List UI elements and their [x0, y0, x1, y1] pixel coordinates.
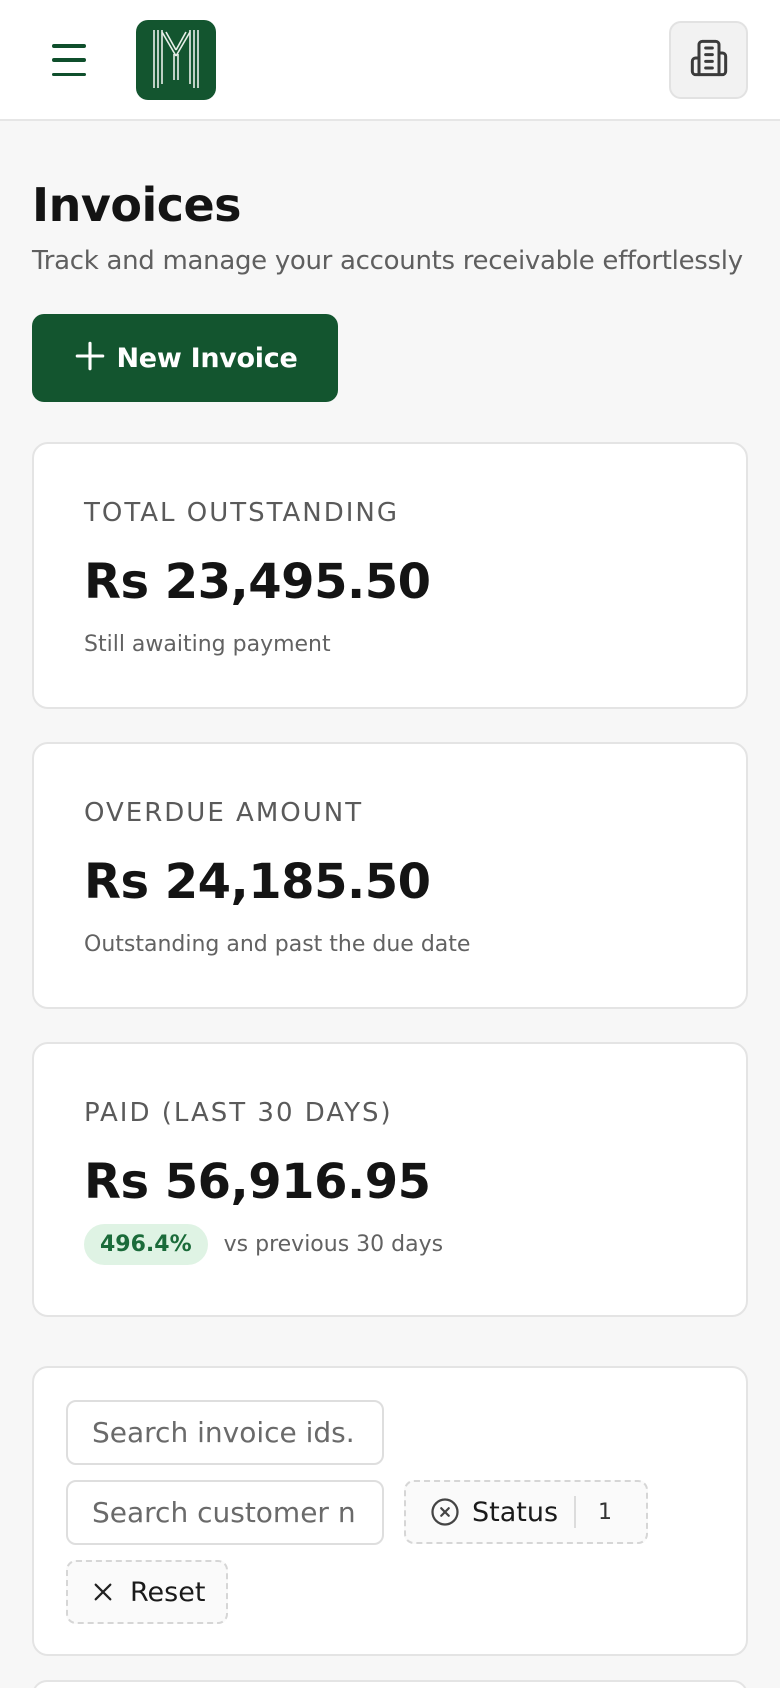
new-invoice-label: New Invoice: [116, 342, 298, 374]
customer-search-input[interactable]: [66, 1480, 384, 1545]
top-header: [0, 0, 780, 121]
status-filter-label: Status: [472, 1496, 559, 1528]
stat-label: PAID (LAST 30 DAYS): [84, 1098, 393, 1128]
close-icon: [92, 1581, 114, 1603]
page-subtitle: Track and manage your accounts receivabl…: [32, 246, 743, 276]
divider: [574, 1496, 577, 1528]
page-title: Invoices: [32, 178, 242, 232]
reset-label: Reset: [130, 1576, 206, 1608]
invoice-search-input[interactable]: [66, 1400, 384, 1465]
stat-card-total-outstanding: TOTAL OUTSTANDING Rs 23,495.50 Still awa…: [32, 442, 748, 709]
stat-trend-row: 496.4% vs previous 30 days: [84, 1224, 443, 1265]
stat-value: Rs 56,916.95: [84, 1154, 431, 1210]
stat-label: TOTAL OUTSTANDING: [84, 498, 400, 528]
circle-x-icon: [430, 1497, 460, 1527]
building-icon: [689, 38, 729, 82]
brand-logo[interactable]: [136, 20, 216, 100]
status-filter-button[interactable]: Status 1: [404, 1480, 648, 1544]
hamburger-menu-icon[interactable]: [52, 42, 92, 78]
stat-value: Rs 24,185.50: [84, 854, 431, 910]
new-invoice-button[interactable]: New Invoice: [32, 314, 338, 402]
invoice-list-card: [32, 1680, 748, 1688]
stat-value: Rs 23,495.50: [84, 554, 431, 610]
stat-card-paid-last-30-days: PAID (LAST 30 DAYS) Rs 56,916.95 496.4% …: [32, 1042, 748, 1317]
plus-icon: [73, 339, 107, 377]
stat-card-overdue-amount: OVERDUE AMOUNT Rs 24,185.50 Outstanding …: [32, 742, 748, 1009]
stat-note: Still awaiting payment: [84, 632, 331, 657]
stat-note: Outstanding and past the due date: [84, 932, 471, 957]
stat-note: vs previous 30 days: [223, 1232, 444, 1257]
reset-filters-button[interactable]: Reset: [66, 1560, 228, 1624]
stat-label: OVERDUE AMOUNT: [84, 798, 364, 828]
trend-badge: 496.4%: [84, 1224, 208, 1265]
organization-button[interactable]: [669, 21, 748, 99]
status-filter-count: 1: [598, 1499, 613, 1525]
filter-toolbar: Status 1 Reset: [32, 1366, 748, 1656]
